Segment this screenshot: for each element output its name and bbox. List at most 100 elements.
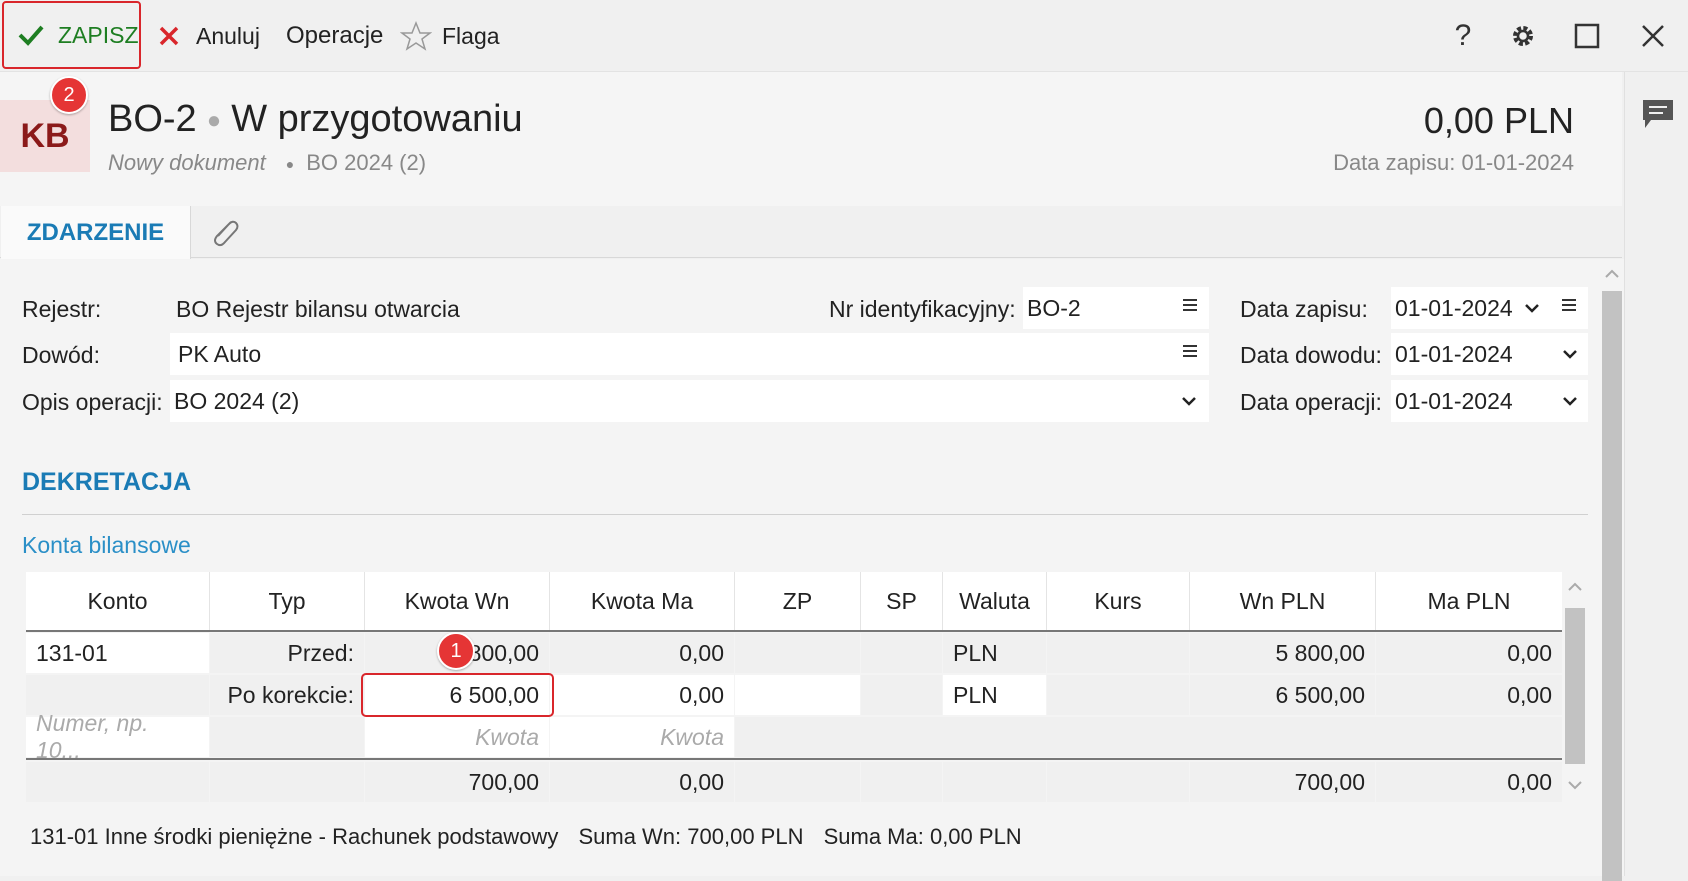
chevron-down-icon[interactable] xyxy=(1524,303,1540,313)
maximize-button[interactable] xyxy=(1562,0,1612,72)
col-header-kwota-ma[interactable]: Kwota Ma xyxy=(550,572,735,630)
right-sidebar xyxy=(1624,72,1688,876)
row-before-kwota-ma: 0,00 xyxy=(550,633,734,673)
comment-icon[interactable] xyxy=(1641,98,1675,130)
tab-event[interactable]: ZDARZENIE xyxy=(1,206,191,259)
col-header-waluta[interactable]: Waluta xyxy=(943,572,1047,630)
proof-date-value: 01-01-2024 xyxy=(1395,340,1513,367)
document-status: W przygotowaniu xyxy=(231,98,523,140)
totals-divider xyxy=(26,758,1562,760)
chevron-down-icon[interactable] xyxy=(1562,396,1578,406)
scroll-down-icon[interactable] xyxy=(1567,780,1583,790)
col-header-ma-pln[interactable]: Ma PLN xyxy=(1376,572,1562,630)
chevron-down-icon[interactable] xyxy=(1181,396,1197,406)
row-before-konto[interactable]: 131-01 xyxy=(26,633,209,673)
row-after-kurs xyxy=(1047,675,1189,715)
register-value: BO Rejestr bilansu otwarcia xyxy=(176,296,460,322)
list-icon[interactable] xyxy=(1181,296,1199,314)
scroll-up-icon[interactable] xyxy=(1604,269,1620,279)
entry-date-field[interactable]: 01-01-2024 xyxy=(1391,287,1588,329)
save-button[interactable]: ZAPISZ xyxy=(2,1,141,69)
register-label: Rejestr: xyxy=(22,296,102,322)
new-row-kwota-wn-input[interactable]: Kwota xyxy=(365,717,549,757)
description-field[interactable]: BO 2024 (2) xyxy=(170,380,1209,422)
help-button[interactable]: ? xyxy=(1438,0,1488,72)
summary-account: 131-01 Inne środki pieniężne - Rachunek … xyxy=(30,824,559,849)
settings-button[interactable] xyxy=(1498,0,1548,72)
document-subtitle: Nowy dokument ● BO 2024 (2) xyxy=(108,150,426,176)
totals-typ xyxy=(210,762,364,802)
close-x-icon xyxy=(159,26,179,46)
row-after-konto xyxy=(26,675,209,715)
tab-attachments[interactable] xyxy=(205,214,245,254)
totals-waluta xyxy=(943,762,1046,802)
description-label: Opis operacji: xyxy=(22,389,163,415)
totals-kwota-ma: 0,00 xyxy=(550,762,734,802)
main-scrollbar[interactable] xyxy=(1600,259,1624,881)
row-before-waluta: PLN xyxy=(943,633,1046,673)
id-number-label: Nr identyfikacyjny: xyxy=(829,296,1016,322)
scroll-up-icon[interactable] xyxy=(1567,582,1583,592)
col-header-typ[interactable]: Typ xyxy=(210,572,365,630)
toolbar: ZAPISZ Anuluj Operacje Flaga ? xyxy=(0,0,1688,72)
grid-scrollbar[interactable] xyxy=(1562,572,1588,804)
totals-konto xyxy=(26,762,209,802)
new-row-konto-input[interactable]: Numer, np. 10... xyxy=(26,710,209,763)
kwota-wn-highlight xyxy=(361,673,554,717)
main-scrollbar-thumb[interactable] xyxy=(1602,291,1622,881)
col-header-zp[interactable]: ZP xyxy=(735,572,861,630)
document-type-abbr: KB xyxy=(20,116,70,155)
row-after-ma-pln: 0,00 xyxy=(1376,675,1562,715)
operation-date-field[interactable]: 01-01-2024 xyxy=(1391,380,1588,422)
grid-scrollbar-thumb[interactable] xyxy=(1565,608,1585,764)
section-divider xyxy=(22,514,1588,515)
totals-zp xyxy=(735,762,860,802)
row-after-kwota-ma[interactable]: 0,00 xyxy=(550,675,734,715)
step-badge-1: 1 xyxy=(437,632,475,670)
proof-value: PK Auto xyxy=(178,340,262,367)
row-after-zp[interactable] xyxy=(735,675,860,715)
list-icon[interactable] xyxy=(1181,342,1199,360)
row-before-wn-pln: 5 800,00 xyxy=(1190,633,1375,673)
summary-sum-ma: Suma Ma: 0,00 PLN xyxy=(823,824,1022,849)
proof-field[interactable]: PK Auto xyxy=(170,333,1209,375)
new-row-kwota-ma-input[interactable]: Kwota xyxy=(550,717,734,757)
entry-date-value: 01-01-2024 xyxy=(1395,294,1513,321)
cancel-button[interactable]: Anuluj xyxy=(158,0,260,72)
step-badge-2-number: 2 xyxy=(63,83,75,106)
col-header-kurs[interactable]: Kurs xyxy=(1047,572,1190,630)
col-header-wn-pln[interactable]: Wn PLN xyxy=(1190,572,1376,630)
maximize-icon xyxy=(1574,23,1600,49)
checkmark-icon xyxy=(18,25,44,46)
close-icon xyxy=(1642,25,1664,47)
col-header-konto[interactable]: Konto xyxy=(26,572,210,630)
description-value: BO 2024 (2) xyxy=(174,387,300,414)
col-header-sp[interactable]: SP xyxy=(861,572,943,630)
document-amount: 0,00 PLN xyxy=(1423,100,1574,141)
title-separator: ● xyxy=(206,106,222,134)
tab-event-label: ZDARZENIE xyxy=(26,218,165,246)
operations-menu-button[interactable]: Operacje xyxy=(286,0,383,72)
proof-date-field[interactable]: 01-01-2024 xyxy=(1391,333,1588,375)
step-badge-2: 2 xyxy=(50,76,88,114)
totals-sp xyxy=(861,762,942,802)
id-number-field[interactable]: BO-2 xyxy=(1023,287,1209,329)
star-icon xyxy=(400,21,432,51)
header-divider xyxy=(26,630,1562,632)
balance-accounts-heading: Konta bilansowe xyxy=(22,532,191,558)
paperclip-icon xyxy=(214,220,239,247)
chevron-down-icon[interactable] xyxy=(1562,349,1578,359)
row-before-zp xyxy=(735,633,860,673)
entry-date-label: Data zapisu: xyxy=(1240,296,1368,322)
row-after-wn-pln: 6 500,00 xyxy=(1190,675,1375,715)
col-header-kwota-wn[interactable]: Kwota Wn xyxy=(365,572,550,630)
subtitle-new-doc: Nowy dokument xyxy=(108,150,266,175)
operations-label: Operacje xyxy=(286,22,384,49)
proof-date-label: Data dowodu: xyxy=(1240,342,1382,368)
row-after-waluta[interactable]: PLN xyxy=(943,675,1046,715)
flag-button[interactable]: Flaga xyxy=(400,0,500,72)
close-button[interactable] xyxy=(1628,0,1678,72)
list-icon[interactable] xyxy=(1560,296,1578,314)
new-row-rest xyxy=(735,717,1562,757)
subtitle-ref: BO 2024 (2) xyxy=(306,150,427,175)
